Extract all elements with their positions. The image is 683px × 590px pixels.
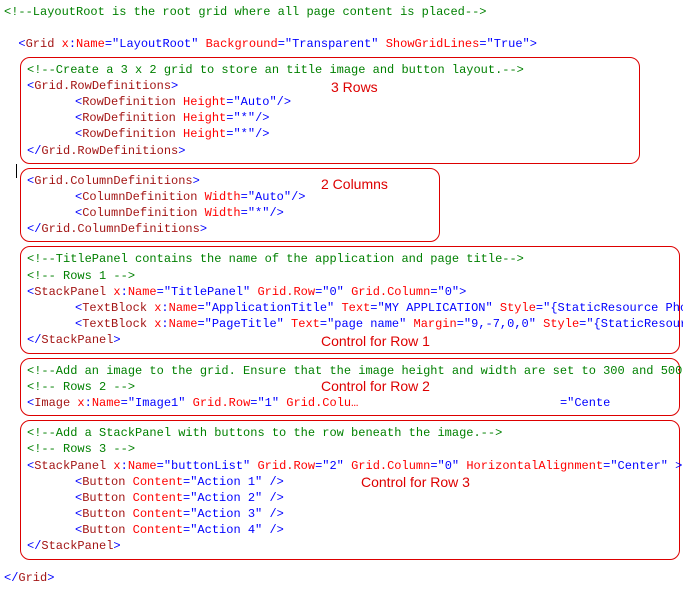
equals: = [105, 37, 112, 51]
button-4[interactable]: <Button Content="Action 4" /> [27, 522, 673, 538]
comment-rows3: <!-- Rows 3 --> [27, 441, 673, 457]
textblock-pagetitle[interactable]: <TextBlock x:Name="PageTitle" Text="page… [27, 316, 673, 332]
rowdefs-open[interactable]: <Grid.RowDefinitions> [27, 78, 633, 94]
stackpanel-buttons-open[interactable]: <StackPanel x:Name="buttonList" Grid.Row… [27, 458, 673, 474]
button-2[interactable]: <Button Content="Action 2" /> [27, 490, 673, 506]
image-element[interactable]: <Image x:Name="Image1" Grid.Row="1" Grid… [27, 395, 673, 411]
annotation-box-row2: Control for Row 2 <!--Add an image to th… [20, 358, 680, 417]
attr-background: Background [198, 37, 277, 51]
button-3[interactable]: <Button Content="Action 3" /> [27, 506, 673, 522]
tag-grid: Grid [26, 37, 55, 51]
angle-bracket: > [530, 37, 537, 51]
comment-layoutroot: <!--LayoutRoot is the root grid where al… [4, 4, 679, 20]
label-2-columns: 2 Columns [321, 175, 388, 194]
rowdef-3[interactable]: <RowDefinition Height="*"/> [27, 126, 633, 142]
comment-add-stackpanel: <!--Add a StackPanel with buttons to the… [27, 425, 673, 441]
label-control-row3: Control for Row 3 [361, 473, 470, 492]
angle-bracket: </ [4, 571, 18, 585]
rowdef-2[interactable]: <RowDefinition Height="*"/> [27, 110, 633, 126]
attr-val: "True" [487, 37, 530, 51]
comment-grid-3x2: <!--Create a 3 x 2 grid to store an titl… [27, 62, 633, 78]
angle-bracket: > [47, 571, 54, 585]
attr-x: x [54, 37, 68, 51]
grid-open[interactable]: <Grid x:Name="LayoutRoot" Background="Tr… [4, 20, 679, 52]
stackpanel-title-open[interactable]: <StackPanel x:Name="TitlePanel" Grid.Row… [27, 284, 673, 300]
coldefs-close[interactable]: </Grid.ColumnDefinitions> [27, 221, 433, 237]
annotation-box-cols: 2 Columns <Grid.ColumnDefinitions> <Colu… [20, 168, 440, 243]
tag-grid: Grid [18, 571, 47, 585]
comment-titlepanel: <!--TitlePanel contains the name of the … [27, 251, 673, 267]
text-caret [16, 164, 17, 178]
attr-name: Name [76, 37, 105, 51]
attr-val: "Transparent" [285, 37, 379, 51]
rowdef-1[interactable]: <RowDefinition Height="Auto"/> [27, 94, 633, 110]
equals: = [278, 37, 285, 51]
rowdefs-close[interactable]: </Grid.RowDefinitions> [27, 143, 633, 159]
label-control-row2: Control for Row 2 [321, 377, 430, 396]
comment-rows1: <!-- Rows 1 --> [27, 268, 673, 284]
equals: = [479, 37, 486, 51]
coldef-2[interactable]: <ColumnDefinition Width="*"/> [27, 205, 433, 221]
grid-close[interactable]: </Grid> [4, 570, 679, 586]
angle-bracket: < [18, 37, 25, 51]
attr-showgridlines: ShowGridLines [379, 37, 480, 51]
colon: : [69, 37, 76, 51]
annotation-box-rows: 3 Rows <!--Create a 3 x 2 grid to store … [20, 57, 640, 164]
annotation-box-row1: Control for Row 1 <!--TitlePanel contain… [20, 246, 680, 353]
label-3-rows: 3 Rows [331, 78, 378, 97]
label-control-row1: Control for Row 1 [321, 332, 430, 351]
attr-val: "LayoutRoot" [112, 37, 198, 51]
button-1[interactable]: <Button Content="Action 1" /> [27, 474, 673, 490]
annotation-box-row3: Control for Row 3 <!--Add a StackPanel w… [20, 420, 680, 560]
textblock-apptitle[interactable]: <TextBlock x:Name="ApplicationTitle" Tex… [27, 300, 673, 316]
stackpanel-buttons-close[interactable]: </StackPanel> [27, 538, 673, 554]
